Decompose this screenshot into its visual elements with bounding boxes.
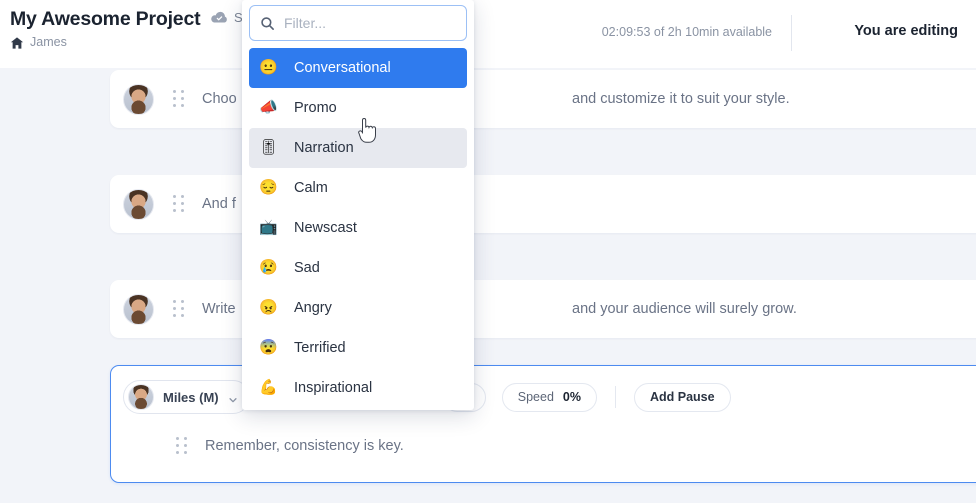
style-option-terrified[interactable]: 😨 Terrified — [249, 328, 467, 368]
style-option-newscast[interactable]: 📺 Newscast — [249, 208, 467, 248]
drag-handle-icon[interactable] — [175, 437, 189, 455]
speed-control[interactable]: Speed 0% — [501, 382, 597, 412]
style-option-conversational[interactable]: 😐 Conversational — [249, 48, 467, 88]
avatar — [123, 293, 154, 325]
style-option-label: Inspirational — [294, 380, 373, 396]
style-option-narration[interactable]: 🎚 Narration — [249, 128, 467, 168]
emoji-icon: 😐 — [259, 59, 278, 76]
home-icon — [10, 36, 24, 50]
avatar — [128, 384, 154, 410]
search-icon — [260, 16, 275, 31]
page-title: My Awesome Project — [10, 8, 201, 30]
style-option-angry[interactable]: 😠 Angry — [249, 288, 467, 328]
emoji-icon: 😨 — [259, 339, 278, 356]
style-option-promo[interactable]: 📣 Promo — [249, 88, 467, 128]
chevron-down-icon — [228, 392, 238, 403]
style-option-label: Conversational — [294, 60, 391, 76]
script-block-active[interactable]: Miles (M) % Speed 0% Add Pause — [110, 365, 976, 483]
block-row: Choo and customize it to suit your style… — [110, 70, 976, 128]
avatar — [123, 188, 154, 220]
app-root: My Awesome Project James S 02:09:53 of 2… — [0, 0, 976, 503]
active-block-text[interactable]: Remember, consistency is key. — [205, 436, 404, 456]
script-blocks: Choo and customize it to suit your style… — [0, 68, 976, 503]
emoji-icon: 📺 — [259, 219, 278, 236]
header-left: My Awesome Project James — [10, 6, 201, 49]
breadcrumb[interactable]: James — [10, 35, 200, 49]
script-block[interactable]: And f — [110, 175, 976, 233]
style-option-label: Angry — [294, 300, 332, 316]
breadcrumb-user: James — [30, 35, 67, 49]
block-row: Write and your audience will surely grow… — [110, 280, 976, 338]
speaker-selector[interactable]: Miles (M) — [123, 380, 250, 414]
editing-status: You are editing — [854, 23, 958, 39]
style-option-label: Calm — [294, 180, 328, 196]
style-option-inspirational[interactable]: 💪 Inspirational — [249, 368, 467, 408]
toolbar-divider — [614, 386, 616, 408]
emoji-icon: 📣 — [259, 99, 278, 116]
style-option-label: Promo — [294, 100, 337, 116]
filter-field[interactable] — [249, 5, 467, 41]
add-pause-button[interactable]: Add Pause — [633, 382, 731, 412]
drag-handle-icon[interactable] — [172, 90, 186, 108]
script-block[interactable]: Write and your audience will surely grow… — [110, 280, 976, 338]
drag-handle-icon[interactable] — [172, 195, 186, 213]
block-text[interactable]: Write — [202, 299, 236, 319]
speed-value: 0% — [562, 390, 581, 404]
emoji-icon: 🎚 — [259, 139, 279, 156]
speaker-name: Miles (M) — [163, 389, 219, 405]
style-option-sad[interactable]: 😢 Sad — [249, 248, 467, 288]
block-text-tail[interactable]: and your audience will surely grow. — [572, 299, 797, 319]
style-option-calm[interactable]: 😔 Calm — [249, 168, 467, 208]
header-divider — [791, 15, 792, 51]
style-option-label: Narration — [294, 140, 354, 156]
search-input[interactable] — [284, 15, 466, 31]
block-text[interactable]: And f — [202, 194, 236, 214]
block-text[interactable]: Choo — [202, 89, 237, 109]
style-option-label: Terrified — [294, 340, 346, 356]
emoji-icon: 💪 — [259, 379, 278, 396]
block-text-tail[interactable]: and customize it to suit your style. — [572, 89, 790, 109]
add-pause-label: Add Pause — [649, 390, 715, 404]
save-status: S — [210, 10, 243, 25]
cloud-check-icon — [210, 11, 229, 25]
emoji-icon: 😢 — [259, 259, 278, 276]
style-option-label: Sad — [294, 260, 320, 276]
style-option-label: Newscast — [294, 220, 357, 236]
avatar — [123, 83, 154, 115]
app-header: My Awesome Project James S 02:09:53 of 2… — [0, 0, 976, 68]
speed-label: Speed — [517, 390, 554, 404]
script-block[interactable]: Choo and customize it to suit your style… — [110, 70, 976, 128]
emoji-icon: 😠 — [259, 299, 278, 316]
time-remaining: 02:09:53 of 2h 10min available — [601, 25, 772, 39]
active-block-row: Remember, consistency is key. — [111, 436, 404, 456]
style-option-list: 😐 Conversational 📣 Promo 🎚 Narration 😔 C… — [242, 48, 474, 408]
emoji-icon: 😔 — [259, 179, 278, 196]
style-dropdown[interactable]: 😐 Conversational 📣 Promo 🎚 Narration 😔 C… — [242, 0, 474, 410]
block-toolbar: Miles (M) % Speed 0% Add Pause — [111, 366, 976, 428]
drag-handle-icon[interactable] — [172, 300, 186, 318]
block-row: And f — [110, 175, 976, 233]
